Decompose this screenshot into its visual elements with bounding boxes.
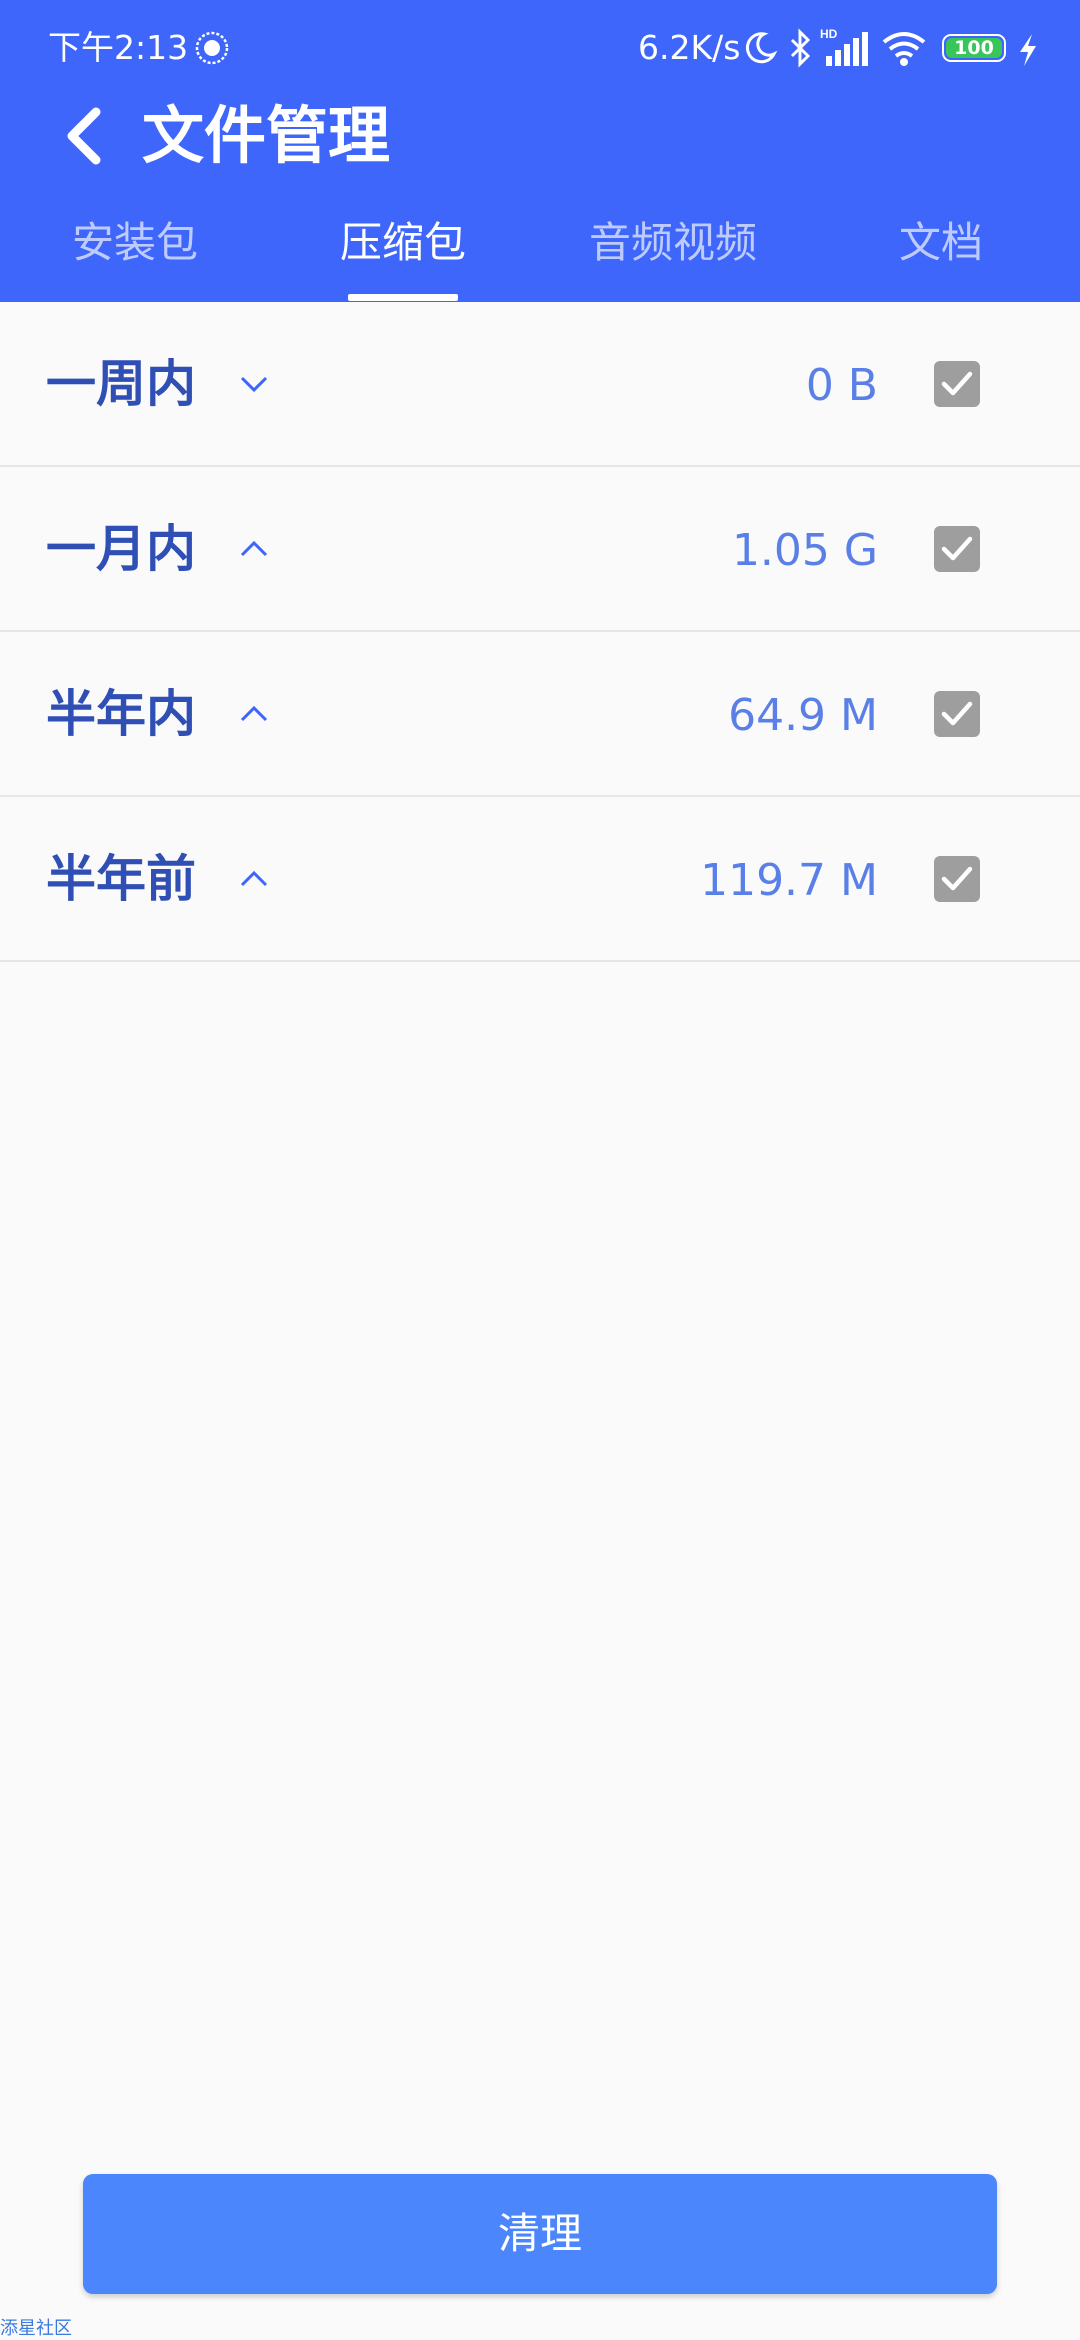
group-label: 半年前 xyxy=(46,850,196,908)
tab-archives[interactable]: 压缩包 xyxy=(298,210,508,276)
chevron-up-icon[interactable] xyxy=(238,867,270,891)
back-button[interactable] xyxy=(58,104,114,168)
checkmark-icon xyxy=(941,866,973,891)
app-header: 下午2:13 6.2K/s HD 100 文件管理 安装包 压缩包 音频视频 文… xyxy=(0,0,1080,302)
group-label: 一月内 xyxy=(46,520,196,578)
chevron-up-icon[interactable] xyxy=(238,537,270,561)
chevron-down-icon[interactable] xyxy=(238,372,270,396)
group-size: 0 B xyxy=(805,360,878,411)
file-group-list: 一周内 0 B 一月内 1.05 G 半年内 64.9 M 半年前 119.7 … xyxy=(0,302,1080,962)
status-bar: 下午2:13 6.2K/s HD 100 xyxy=(0,0,1080,98)
group-row-week[interactable]: 一周内 0 B xyxy=(0,302,1080,467)
tab-install-packages[interactable]: 安装包 xyxy=(30,210,240,276)
group-row-older[interactable]: 半年前 119.7 M xyxy=(0,797,1080,962)
group-label: 一周内 xyxy=(46,355,196,413)
hd-signal-icon: HD xyxy=(820,27,868,66)
wifi-icon xyxy=(882,32,926,66)
checkmark-icon xyxy=(941,536,973,561)
bluetooth-icon xyxy=(790,28,811,68)
clean-button[interactable]: 清理 xyxy=(83,2174,997,2294)
tab-documents[interactable]: 文档 xyxy=(846,210,1036,276)
page-title: 文件管理 xyxy=(142,99,391,172)
network-speed: 6.2K/s xyxy=(638,28,741,67)
group-size: 119.7 M xyxy=(700,855,878,906)
app-notification-icon xyxy=(195,31,229,65)
group-size: 1.05 G xyxy=(731,525,878,576)
status-time: 下午2:13 xyxy=(48,28,189,67)
group-checkbox[interactable] xyxy=(934,361,980,407)
watermark: 添星社区 xyxy=(0,2318,72,2339)
group-size: 64.9 M xyxy=(728,690,878,741)
chevron-up-icon[interactable] xyxy=(238,702,270,726)
active-tab-indicator xyxy=(348,294,458,301)
battery-icon: 100 xyxy=(942,34,1006,62)
group-checkbox[interactable] xyxy=(934,526,980,572)
tab-audio-video[interactable]: 音频视频 xyxy=(560,210,786,276)
checkmark-icon xyxy=(941,701,973,726)
group-label: 半年内 xyxy=(46,685,196,743)
charging-icon xyxy=(1020,34,1036,66)
group-row-month[interactable]: 一月内 1.05 G xyxy=(0,467,1080,632)
group-checkbox[interactable] xyxy=(934,691,980,737)
group-checkbox[interactable] xyxy=(934,856,980,902)
battery-level: 100 xyxy=(954,37,994,59)
checkmark-icon xyxy=(941,371,973,396)
moon-icon xyxy=(745,32,778,64)
group-row-half-year[interactable]: 半年内 64.9 M xyxy=(0,632,1080,797)
svg-text:HD: HD xyxy=(820,27,838,41)
